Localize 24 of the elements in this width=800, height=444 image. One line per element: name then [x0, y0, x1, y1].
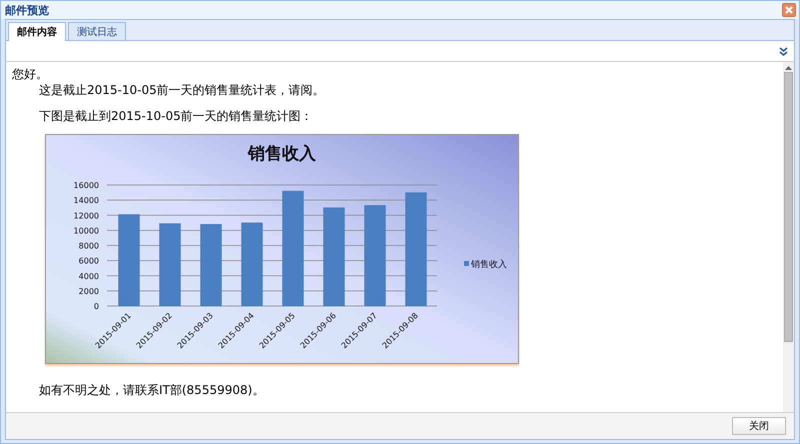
- legend-label: 销售收入: [471, 260, 507, 270]
- legend-swatch-icon: [464, 261, 469, 266]
- scroll-up-arrow-icon[interactable]: [785, 65, 792, 70]
- y-axis-label: 10000: [74, 226, 99, 236]
- greeting-text: 您好。: [12, 66, 49, 82]
- double-chevron-down-icon[interactable]: [779, 46, 788, 56]
- y-axis-label: 16000: [74, 181, 99, 190]
- tab[interactable]: 测试日志: [68, 22, 126, 40]
- message-text: 下图是截止到2015-10-05前一天的销售量统计图：: [38, 108, 314, 124]
- message-text: 这是截止2015-10-05前一天的销售量统计表，请阅。: [38, 82, 326, 98]
- y-axis-label: 6000: [78, 256, 99, 266]
- message-text: 如有不明之处，请联系IT部(85559908)。: [38, 382, 266, 398]
- close-icon[interactable]: [782, 3, 796, 17]
- y-axis-label: 2000: [78, 286, 99, 296]
- y-axis-label: 12000: [74, 211, 99, 220]
- y-axis-label: 0: [94, 302, 99, 311]
- y-axis-label: 8000: [78, 242, 99, 250]
- scrollbar[interactable]: [783, 62, 794, 412]
- chart-title: 销售收入: [248, 144, 316, 164]
- y-axis-label: 14000: [74, 196, 99, 206]
- y-axis-label: 4000: [78, 272, 99, 281]
- window-title: 邮件预览: [5, 2, 49, 18]
- close-button[interactable]: 关闭: [732, 417, 786, 435]
- tab[interactable]: 邮件内容: [8, 22, 66, 41]
